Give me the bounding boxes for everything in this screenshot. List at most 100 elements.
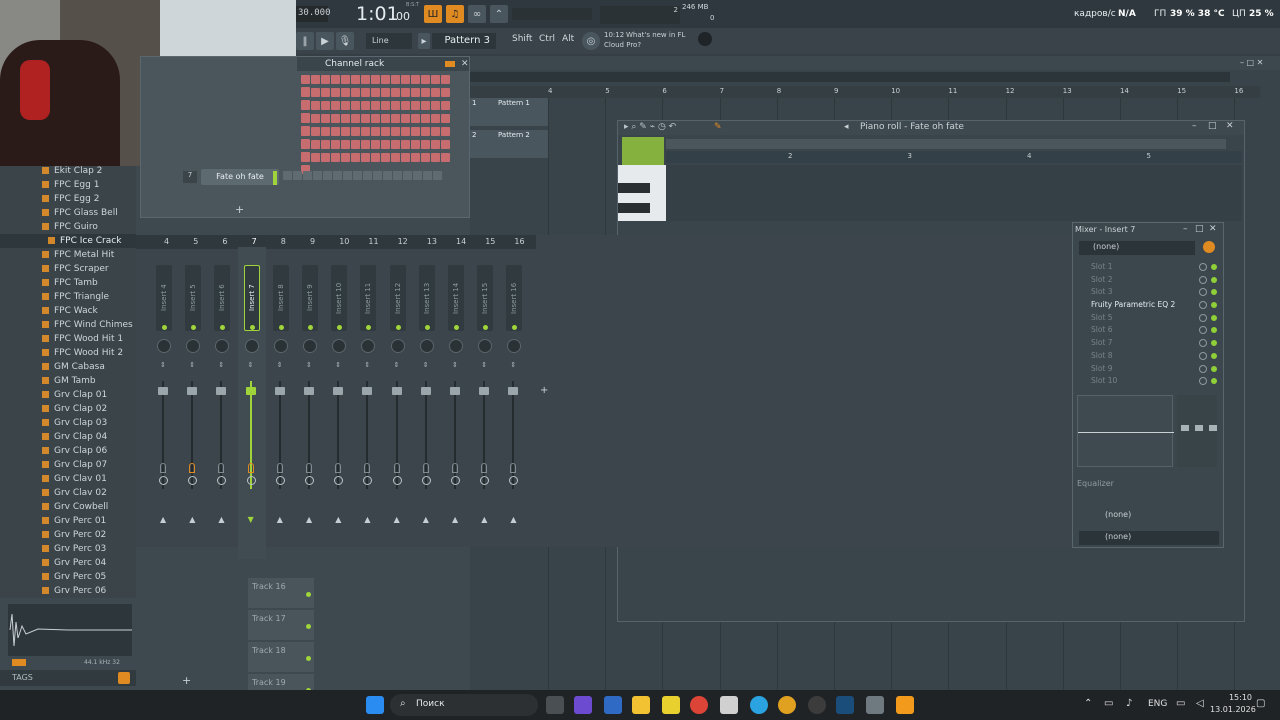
step-button[interactable] xyxy=(391,153,400,162)
mixer-strip[interactable]: Insert 7 ⇕ ▼ xyxy=(237,247,266,559)
tempo-display[interactable]: 30.000 xyxy=(296,6,331,22)
mixer-strip[interactable]: Insert 16 ⇕ ▲ xyxy=(500,247,528,559)
stop-button[interactable]: ‖ xyxy=(296,32,314,50)
slot-enable-led[interactable] xyxy=(1211,314,1217,321)
step-button[interactable] xyxy=(301,114,310,123)
pattern-clip[interactable]: 1 Pattern 1 xyxy=(470,98,548,126)
mixer-strip-label[interactable]: Insert 12 xyxy=(389,265,406,331)
browser-item[interactable]: FPC Guiro xyxy=(0,220,136,234)
step-button[interactable] xyxy=(321,127,330,136)
shift-modifier[interactable]: Shift xyxy=(512,34,532,44)
slot-enable-led[interactable] xyxy=(1211,352,1217,359)
mixer-strip[interactable]: Insert 11 ⇕ ▲ xyxy=(354,247,382,559)
effect-slot[interactable]: Slot 9 xyxy=(1077,363,1221,376)
effect-slot[interactable]: Slot 8 xyxy=(1077,350,1221,363)
step-button[interactable] xyxy=(401,75,410,84)
news-icon[interactable]: ◎ xyxy=(582,32,600,50)
graph-icon[interactable] xyxy=(445,61,455,67)
volume-fader[interactable] xyxy=(158,387,168,395)
stereo-arrows-icon[interactable]: ⇕ xyxy=(423,361,429,369)
slot-mix-knob[interactable] xyxy=(1199,263,1207,271)
step-button[interactable] xyxy=(341,101,350,110)
add-channel-button[interactable]: + xyxy=(235,203,244,216)
pan-knob[interactable] xyxy=(507,339,522,353)
maximize-icon[interactable]: □ xyxy=(1208,121,1217,131)
mixer-strip-label[interactable]: Insert 16 xyxy=(506,265,523,331)
app-icon-1[interactable] xyxy=(574,696,592,714)
step-button[interactable] xyxy=(421,75,430,84)
volume-fader[interactable] xyxy=(216,387,227,395)
step-button[interactable] xyxy=(391,114,400,123)
mute-led[interactable] xyxy=(162,325,167,330)
stereo-arrows-icon[interactable]: ⇕ xyxy=(510,361,516,369)
notes-icon[interactable] xyxy=(662,696,680,714)
send-switch-icon[interactable] xyxy=(247,463,254,473)
step-button[interactable] xyxy=(411,114,420,123)
route-knob[interactable] xyxy=(509,476,519,485)
route-knob[interactable] xyxy=(217,476,227,485)
step-button[interactable] xyxy=(331,114,340,123)
slot-mix-knob[interactable] xyxy=(1199,339,1207,348)
track-header[interactable]: Track 16 xyxy=(248,578,314,608)
step-button[interactable] xyxy=(401,153,410,162)
news-line-1[interactable]: What's new in FL xyxy=(626,31,685,39)
step-button[interactable] xyxy=(431,127,440,136)
settings-icon[interactable] xyxy=(866,696,884,714)
step-button[interactable] xyxy=(391,101,400,110)
step-button[interactable] xyxy=(283,171,292,180)
browser-item[interactable]: Grv Perc 03 xyxy=(0,542,136,556)
mixer-strip[interactable]: Insert 10 ⇕ ▲ xyxy=(325,247,353,559)
fl-studio-icon[interactable] xyxy=(896,696,914,714)
slot-mix-knob[interactable] xyxy=(1199,364,1207,373)
send-switch-icon[interactable] xyxy=(276,463,283,473)
route-knob[interactable] xyxy=(305,476,314,485)
step-button[interactable] xyxy=(353,171,362,180)
browser-item[interactable]: FPC Wack xyxy=(0,304,136,318)
channel-select-led[interactable] xyxy=(273,171,277,185)
pan-knob[interactable] xyxy=(332,339,347,353)
minimize-icon[interactable]: – xyxy=(1192,121,1197,131)
taskbar-search[interactable]: ⌕ Поиск xyxy=(390,694,538,716)
send-switch-icon[interactable] xyxy=(510,463,517,473)
arrow-right-icon[interactable]: ▸ xyxy=(418,33,430,49)
route-knob[interactable] xyxy=(188,476,198,485)
news-line-2[interactable]: Cloud Pro? xyxy=(604,41,641,49)
step-button[interactable] xyxy=(421,127,430,136)
step-button[interactable] xyxy=(401,88,410,97)
stereo-arrows-icon[interactable]: ⇕ xyxy=(394,361,400,369)
step-button[interactable] xyxy=(321,140,330,149)
network-icon[interactable]: ▭ xyxy=(1176,698,1185,709)
pan-knob[interactable] xyxy=(390,339,405,353)
browser-item[interactable]: Grv Perc 01 xyxy=(0,514,136,528)
step-button[interactable] xyxy=(331,127,340,136)
step-button[interactable] xyxy=(431,153,440,162)
effect-slot[interactable]: Slot 3 xyxy=(1077,286,1221,299)
mixer-strip-label[interactable]: Insert 8 xyxy=(272,265,289,331)
step-button[interactable] xyxy=(321,75,330,84)
step-button[interactable] xyxy=(411,140,420,149)
step-button[interactable] xyxy=(303,171,312,180)
close-icon[interactable]: ✕ xyxy=(461,59,469,69)
pan-knob[interactable] xyxy=(478,339,493,353)
eq-graph[interactable] xyxy=(1077,395,1174,467)
browser-item[interactable]: Grv Clap 02 xyxy=(0,402,136,416)
route-knob[interactable] xyxy=(480,476,490,485)
microphone-tray-icon[interactable]: ♪ xyxy=(1126,698,1132,709)
step-button[interactable] xyxy=(311,127,320,136)
pattern-selector[interactable]: Pattern 3 xyxy=(432,33,496,49)
close-icon[interactable]: ✕ xyxy=(1226,121,1234,131)
add-track-button[interactable]: + xyxy=(182,674,191,687)
browser-item[interactable]: FPC Tamb xyxy=(0,276,136,290)
step-button[interactable] xyxy=(313,171,322,180)
output-selector-1[interactable]: (none) xyxy=(1079,509,1219,523)
game-icon[interactable] xyxy=(808,696,826,714)
step-button[interactable] xyxy=(411,88,420,97)
browser-item[interactable]: Ekit Clap 2 xyxy=(0,164,136,178)
pan-knob[interactable] xyxy=(361,339,376,353)
chrome-icon[interactable] xyxy=(690,696,708,714)
step-button[interactable] xyxy=(361,153,370,162)
piano-roll-ruler[interactable]: 2 3 4 5 xyxy=(666,151,1242,163)
step-button[interactable] xyxy=(361,140,370,149)
browser-icon[interactable] xyxy=(778,696,796,714)
step-button[interactable] xyxy=(341,127,350,136)
